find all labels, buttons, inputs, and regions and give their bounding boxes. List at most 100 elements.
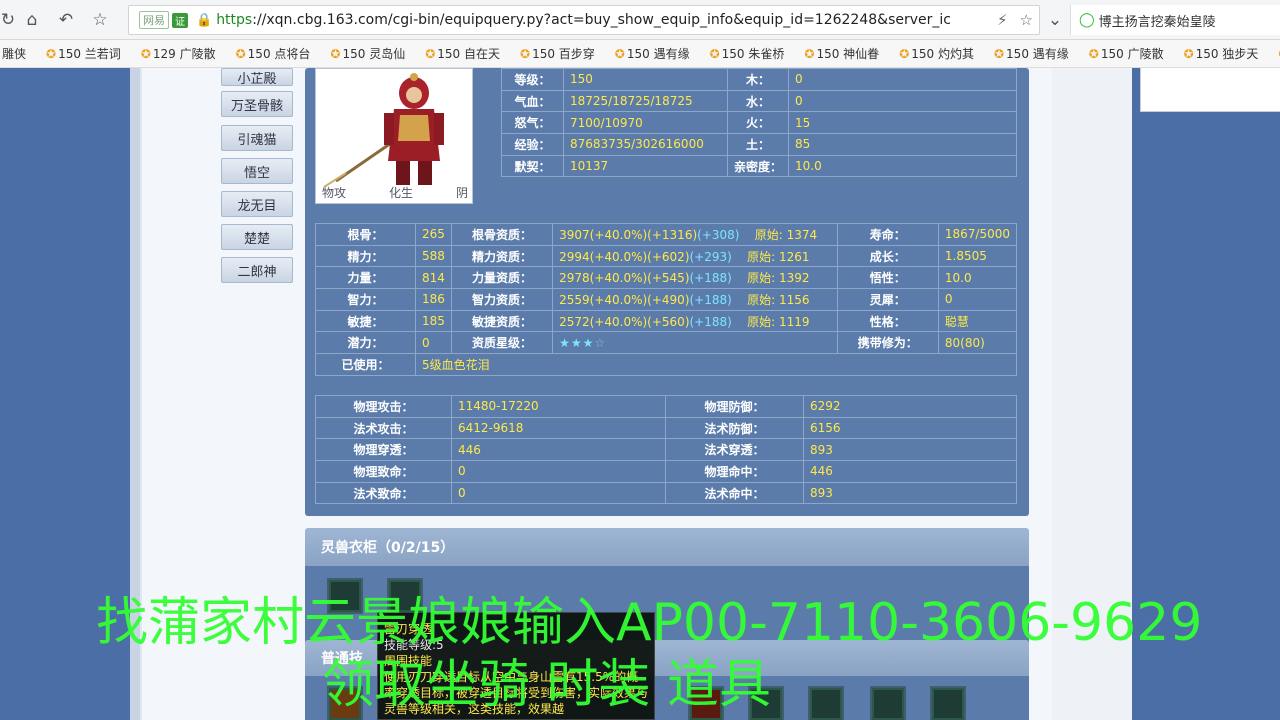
bookmark-icon: ✪ (235, 46, 246, 61)
info-value: 0 (788, 89, 1017, 113)
home-icon[interactable]: ⌂ (20, 8, 44, 32)
bookmark-item[interactable]: ✪ 150 神仙眷 (804, 45, 879, 62)
overlay-promo-line-2: 领取坐骑 时装 道具 (322, 655, 772, 715)
combat-label: 物理防御： (665, 395, 804, 418)
attr-value: 186 (415, 288, 452, 311)
aptitude-label: 力量资质： (450, 266, 554, 290)
carry-label: 携带修为： (836, 331, 939, 355)
pet-tag-form: 化生 (388, 186, 413, 200)
search-box[interactable]: ◯ 博主扬言挖秦始皇陵 (1070, 5, 1280, 35)
combat-value: 893 (803, 438, 1017, 462)
combat-value: 6412-9618 (451, 416, 666, 440)
pet-tab-6[interactable]: 楚楚 (221, 224, 293, 250)
aptitude-label: 精力资质： (450, 244, 554, 268)
combat-value: 11480-17220 (451, 395, 666, 418)
pet-tab-2[interactable]: 万圣骨骸 (221, 91, 293, 117)
attr-value: 1.8505 (937, 244, 1018, 268)
attr-value: 588 (415, 244, 452, 268)
attr-value: 10.0 (937, 266, 1018, 290)
bookmark-item[interactable]: 雕侠 (2, 45, 26, 62)
combat-label: 物理攻击： (315, 395, 452, 418)
info-label: 亲密度： (726, 154, 790, 178)
chevron-down-icon[interactable]: ⌄ (1043, 8, 1067, 32)
combat-value: 0 (451, 460, 666, 483)
table-row: 气血： 18725/18725/18725 水： 0 (501, 89, 1017, 113)
site-badge: 网易 (139, 11, 169, 29)
skill-slot[interactable] (808, 686, 844, 720)
aptitude-value: 3907(+40.0%)(+1316)(+308) 原始: 1374 (552, 223, 838, 246)
bookmark-item[interactable]: ✪ 129 广陵散 (141, 45, 216, 62)
used-value: 5级血色花泪 (415, 353, 1017, 376)
info-label: 怒气： (501, 111, 564, 135)
undo-icon[interactable]: ↶ (54, 8, 78, 32)
combat-label: 物理致命： (315, 460, 452, 483)
table-row: 智力： 186 智力资质： 2559(+40.0%)(+490)(+188) 原… (314, 288, 1018, 311)
pet-tab-7[interactable]: 二郎神 (221, 257, 293, 283)
bookmark-icon: ✪ (520, 46, 531, 61)
potential-label: 潜力： (314, 331, 417, 355)
attr-value: 1867/5000 (937, 223, 1018, 246)
bookmark-star-icon[interactable]: ☆ (1020, 11, 1033, 29)
lightning-icon[interactable]: ⚡ (997, 11, 1008, 29)
attr-label: 精力： (314, 244, 417, 268)
bookmark-item[interactable]: ✪ 150 独步天 (1184, 45, 1259, 62)
bookmark-item[interactable]: ✪ 150 百步穿 (520, 45, 595, 62)
attr-label: 敏捷： (314, 309, 417, 333)
pet-tab-1[interactable]: 小芷殿 (221, 68, 293, 87)
bookmark-item[interactable]: ✪ 150 灵岛仙 (330, 45, 405, 62)
combat-value: 6156 (803, 416, 1017, 440)
table-row: 经验： 87683735/302616000 土： 85 (501, 133, 1017, 156)
lock-icon: 🔒 (196, 12, 213, 28)
bookmarks-bar: 雕侠 ✪ 150 兰若词 ✪ 129 广陵散 ✪ 150 点将台 ✪ 150 灵岛仙 ✪… (0, 40, 1280, 68)
aptitude-value: 2572(+40.0%)(+560)(+188) 原始: 1119 (552, 309, 838, 333)
bookmark-item[interactable]: ✪ 150 遇有缘 (615, 45, 690, 62)
address-bar[interactable]: 网易 证 🔒 https ://xqn.cbg.163.com/cgi-bin/… (128, 5, 1040, 35)
info-label: 气血： (501, 89, 564, 113)
pet-tag-element: 阴 (455, 186, 468, 200)
skill-slot[interactable] (930, 686, 966, 720)
skill-slot[interactable] (870, 686, 906, 720)
info-label: 经验： (501, 133, 564, 156)
bookmark-icon: ✪ (330, 46, 341, 61)
basic-info-table: 等级： 150 木： 0 气血： 18725/18725/18725 水： 0 … (501, 68, 1017, 178)
aptitude-value: 2559(+40.0%)(+490)(+188) 原始: 1156 (552, 288, 838, 311)
url-text: ://xqn.cbg.163.com/cgi-bin/equipquery.py… (252, 12, 951, 28)
aptitude-label: 敏捷资质： (450, 309, 554, 333)
table-row: 怒气： 7100/10970 火： 15 (501, 111, 1017, 135)
bookmark-item[interactable]: ✪ 150 遇有缘 (994, 45, 1069, 62)
info-value: 150 (563, 68, 728, 91)
table-row: 法术攻击： 6412-9618 法术防御： 6156 (315, 416, 1017, 440)
wardrobe-header[interactable]: 灵兽衣柜（0/2/15） (305, 528, 1029, 566)
cert-badge: 证 (172, 12, 188, 28)
search-engine-icon: ◯ (1079, 12, 1095, 28)
star-filled-icon: ★★★ (559, 335, 595, 350)
combat-label: 物理穿透： (315, 438, 452, 462)
attr-label: 性格： (836, 309, 939, 333)
bookmark-icon: ✪ (140, 46, 151, 61)
attr-label: 灵犀： (836, 288, 939, 311)
pet-tab-4[interactable]: 悟空 (221, 158, 293, 184)
favorite-star-icon[interactable]: ☆ (88, 8, 112, 32)
url-scheme: https (216, 12, 253, 28)
info-value: 18725/18725/18725 (563, 89, 728, 113)
bookmark-item[interactable]: ✪ 150 点将台 (236, 45, 311, 62)
table-row: 物理穿透： 446 法术穿透： 893 (315, 438, 1017, 462)
refresh-icon[interactable]: ↻ (0, 8, 20, 32)
attr-value: 聪慧 (937, 309, 1018, 333)
combat-label: 法术致命： (315, 481, 452, 505)
pet-tab-5[interactable]: 龙无目 (221, 191, 293, 217)
bookmark-item[interactable]: ✪ 150 自在天 (425, 45, 500, 62)
bookmark-item[interactable]: ✪ 150 朱雀桥 (710, 45, 785, 62)
info-value: 10137 (563, 154, 728, 178)
bookmark-item[interactable]: ✪ 150 广陵散 (1089, 45, 1164, 62)
pet-tab-3[interactable]: 引魂猫 (221, 125, 293, 151)
bookmark-item[interactable]: ✪ 150 灼灼其 (899, 45, 974, 62)
info-label: 默契： (501, 154, 564, 178)
table-row: 默契： 10137 亲密度： 10.0 (501, 154, 1017, 178)
overlay-promo-line-1: 找蒲家村云景娘娘输入AP00-7110-3606-9629 (96, 593, 1203, 653)
bookmark-item[interactable]: ✪ 150 兰若词 (46, 45, 121, 62)
combat-value: 0 (451, 481, 666, 505)
attr-value: 0 (937, 288, 1018, 311)
carry-value: 80(80) (937, 331, 1018, 355)
bookmark-icon: ✪ (614, 46, 625, 61)
